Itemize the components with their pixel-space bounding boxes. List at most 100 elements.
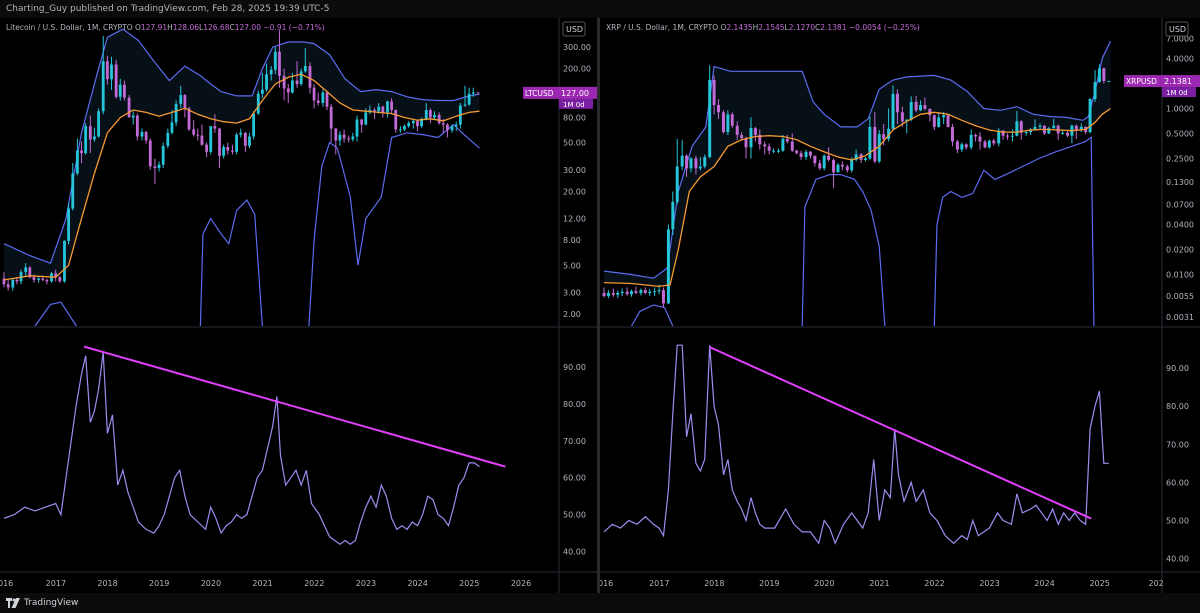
candle-body <box>433 114 436 118</box>
candle-body <box>946 115 950 127</box>
candle-body <box>919 105 923 111</box>
candle-body <box>446 124 449 131</box>
candle-body <box>58 277 62 282</box>
ltc-chart-panel[interactable]: 300.00200.00120.0080.0050.0030.0020.0012… <box>0 18 597 593</box>
published-text: Charting_Guy published on TradingView.co… <box>6 4 330 14</box>
candle-body <box>295 80 299 84</box>
candle-body <box>671 201 675 230</box>
bollinger-lower-band <box>933 136 1095 327</box>
candle-body <box>616 292 620 295</box>
price-tick-label: 0.0200 <box>1166 246 1194 255</box>
time-tick-label: 2021 <box>869 579 889 588</box>
xrp-chart-panel[interactable]: 7.00004.00002.00001.00000.50000.25000.13… <box>600 18 1200 593</box>
candle-body <box>118 84 122 97</box>
time-tick-label: 2019 <box>149 579 169 588</box>
time-tick-label: 2017 <box>46 579 66 588</box>
price-tick-label: 30.00 <box>563 166 586 175</box>
candle-body <box>1006 135 1010 137</box>
candle-body <box>329 106 333 129</box>
candle-body <box>997 130 1001 144</box>
candle-body <box>785 138 789 142</box>
candle-body <box>248 136 251 146</box>
candle-body <box>88 126 92 140</box>
candle-body <box>252 113 256 137</box>
candle-body <box>399 129 402 131</box>
candle-body <box>1093 82 1097 100</box>
candle-body <box>463 104 467 106</box>
candle-body <box>992 140 996 144</box>
candle-body <box>101 61 105 112</box>
candle-body <box>781 138 785 151</box>
candle-body <box>41 278 45 280</box>
price-tick-label: 80.00 <box>563 113 586 122</box>
candle-body <box>273 51 277 70</box>
candle-body <box>735 125 739 135</box>
candle-body <box>895 93 899 113</box>
candle-body <box>386 101 389 113</box>
bollinger-lower-band <box>308 123 480 327</box>
price-label-sub: 1M 0d <box>1166 89 1188 97</box>
price-tick-label: 0.0700 <box>1166 200 1194 209</box>
candle-body <box>84 126 88 154</box>
candle-body <box>1010 135 1014 137</box>
candle-body <box>909 101 913 120</box>
candle-body <box>987 140 991 148</box>
time-tick-label: 2018 <box>704 579 724 588</box>
candle-body <box>63 240 66 282</box>
candle-body <box>170 122 174 133</box>
candle-body <box>166 132 170 146</box>
price-tick-label: 1.0000 <box>1166 104 1194 113</box>
rsi-trendline[interactable] <box>83 345 506 468</box>
time-tick-label: 2020 <box>814 579 834 588</box>
candle-body <box>6 284 10 288</box>
candle-body <box>661 290 665 304</box>
candle-body <box>218 128 221 156</box>
candle-body <box>381 106 385 113</box>
price-tick-label: 0.1300 <box>1166 178 1194 187</box>
candle-body <box>1052 125 1056 129</box>
candle-body <box>790 141 794 151</box>
candle-body <box>882 134 886 139</box>
xrp-chart-svg: 7.00004.00002.00001.00000.50000.25000.13… <box>600 18 1200 593</box>
price-label-ticker: XRPUSD <box>1126 77 1157 86</box>
price-tick-label: 200.00 <box>563 65 591 74</box>
ohlc-value: 128.06 <box>173 23 199 32</box>
candle-body <box>1097 68 1101 83</box>
candle-body <box>978 136 982 142</box>
rsi-tick-label: 40.00 <box>563 548 586 557</box>
candle-body <box>983 141 987 148</box>
candle-body <box>213 126 217 129</box>
rsi-trendline[interactable] <box>709 346 1092 520</box>
candle-body <box>161 145 165 165</box>
candle-body <box>123 84 126 98</box>
candle-body <box>243 132 247 146</box>
candle-body <box>873 126 877 162</box>
candle-body <box>209 126 213 152</box>
time-tick-label: 2018 <box>97 579 117 588</box>
candle-body <box>411 120 415 124</box>
ohlc-value: 127.00 <box>235 23 264 32</box>
candle-body <box>114 64 118 97</box>
candle-body <box>261 89 264 94</box>
ohlc-value: 2.1270 <box>789 23 815 32</box>
bollinger-lower-band <box>34 301 77 327</box>
rsi-tick-label: 70.00 <box>563 437 586 446</box>
candle-body <box>840 164 844 167</box>
candle-body <box>620 291 624 293</box>
candle-body <box>685 155 689 169</box>
price-label-value: 127.00 <box>561 89 589 98</box>
ohlc-value: 2.1435 <box>726 23 752 32</box>
candle-body <box>964 144 968 148</box>
candle-body <box>187 108 191 130</box>
candle-body <box>183 95 187 109</box>
rsi-line <box>3 352 480 545</box>
candle-body <box>712 80 716 106</box>
candle-body <box>321 92 325 104</box>
candle-body <box>364 112 368 125</box>
rsi-tick-label: 90.00 <box>563 363 586 372</box>
price-tick-label: 0.5000 <box>1166 129 1194 138</box>
candle-body <box>1079 126 1083 130</box>
footer-bar: TradingView <box>0 593 1200 613</box>
candle-body <box>377 106 381 112</box>
candle-body <box>726 114 730 133</box>
